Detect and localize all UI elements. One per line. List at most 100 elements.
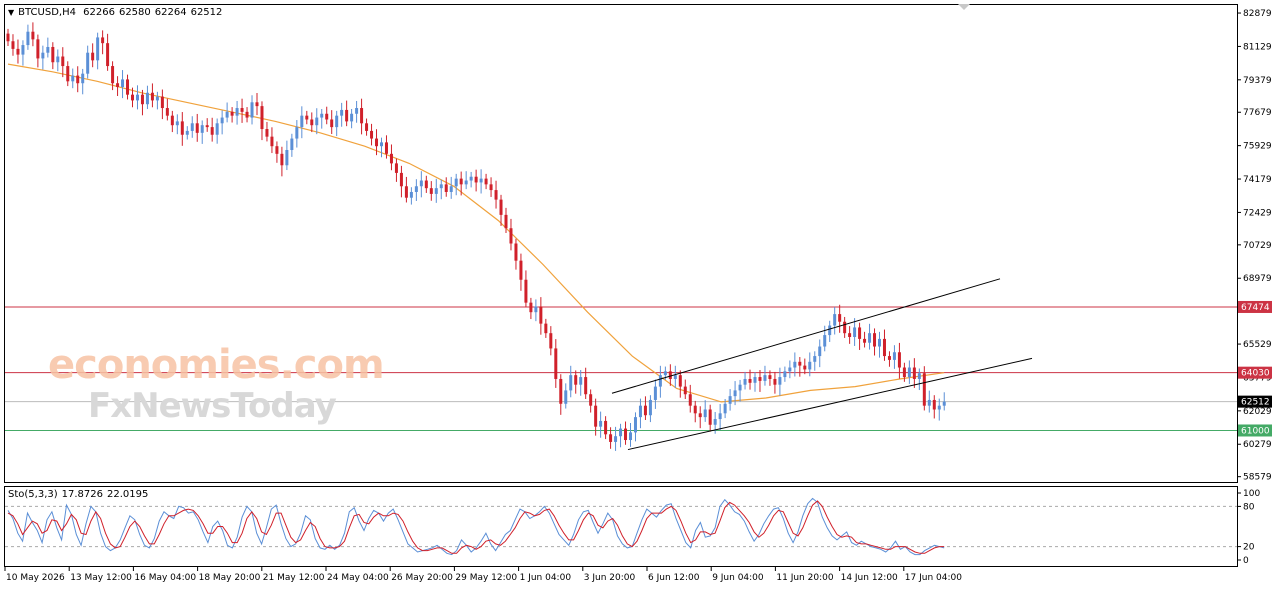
candle-body: [305, 115, 309, 120]
candle-body: [190, 123, 194, 131]
candle-body: [937, 405, 941, 410]
candle-body: [733, 390, 737, 397]
time-tick-label: 17 Jun 04:00: [905, 573, 962, 583]
candle-body: [509, 228, 513, 244]
candle-body: [524, 279, 528, 303]
candle-body: [101, 37, 105, 44]
chevron-down-icon[interactable]: ▼: [8, 8, 14, 17]
candle-body: [683, 386, 687, 395]
candle-body: [11, 41, 15, 49]
candle-body: [534, 306, 538, 313]
candle-body: [554, 348, 558, 379]
price-chart[interactable]: 82879 81129 79379 77679 75929 74179 72429 70729…: [0, 0, 1280, 589]
candle-body: [743, 378, 747, 385]
price-tick-label: 62029: [1243, 407, 1272, 417]
candle-body: [126, 79, 130, 95]
candle-body: [380, 142, 383, 147]
candle-body: [230, 111, 234, 116]
candle-body: [833, 314, 837, 326]
candle-body: [180, 121, 184, 135]
candle-body: [310, 119, 314, 126]
candle-body: [658, 375, 662, 387]
candle-body: [370, 130, 374, 139]
candle-body: [36, 39, 40, 59]
candle-body: [31, 31, 35, 40]
candle-body: [454, 178, 458, 187]
candle-body: [823, 335, 827, 347]
candle-body: [250, 102, 254, 118]
candle-body: [26, 31, 30, 46]
chart-header: ▼ BTCUSD,H4 62266 62580 62264 62512: [8, 7, 226, 18]
candle-body: [788, 367, 792, 372]
candle-body: [444, 184, 448, 192]
price-tick-label: 77679: [1243, 108, 1272, 118]
candle-body: [549, 333, 553, 349]
stoch-tick-label: 80: [1243, 502, 1255, 512]
candle-body: [145, 92, 149, 105]
candle-body: [270, 136, 274, 147]
candle-body: [235, 108, 239, 116]
candle-body: [678, 375, 682, 387]
candle-body: [912, 367, 916, 379]
candle-body: [200, 125, 204, 133]
time-tick-label: 21 May 12:00: [263, 573, 325, 583]
level-tag-label: 67474: [1241, 303, 1270, 313]
candle-body: [479, 178, 483, 183]
candle-body: [803, 365, 807, 370]
candle-body: [330, 119, 334, 128]
candle-body: [106, 43, 110, 67]
candle-body: [897, 352, 901, 368]
candle-body: [574, 375, 578, 385]
time-tick-label: 1 Jun 04:00: [520, 573, 572, 583]
candle-body: [653, 386, 657, 400]
candle-body: [56, 56, 60, 63]
candle-body: [922, 373, 926, 406]
candle-body: [320, 113, 324, 118]
candle-body: [6, 33, 10, 42]
candle-body: [280, 153, 284, 166]
candle-body: [539, 306, 543, 324]
candle-body: [185, 130, 189, 135]
candle-body: [713, 419, 717, 425]
low-value: 62264: [154, 7, 187, 18]
stochastic-frame: [4, 486, 1238, 567]
level-tag-label: 61000: [1241, 426, 1270, 436]
candle-body: [170, 115, 174, 126]
candle-body: [131, 94, 134, 101]
candle-body: [255, 102, 259, 107]
candle-body: [394, 163, 398, 173]
candle-body: [155, 96, 159, 101]
candle-body: [663, 371, 667, 376]
time-tick-label: 6 Jun 12:00: [648, 573, 700, 583]
candle-body: [892, 352, 896, 360]
candle-body: [245, 111, 249, 118]
price-tick-label: 68979: [1243, 274, 1272, 284]
high-value: 62580: [118, 7, 151, 18]
time-tick-label: 16 May 04:00: [134, 573, 196, 583]
candle-body: [793, 361, 797, 368]
candle-body: [843, 321, 847, 334]
candle-body: [619, 428, 623, 437]
time-tick-label: 13 May 12:00: [70, 573, 132, 583]
candle-body: [738, 384, 742, 391]
candle-body: [778, 377, 782, 385]
candle-body: [768, 375, 772, 379]
indicator-label: Sto(5,3,3): [8, 489, 58, 500]
time-tick-label: 24 May 04:00: [327, 573, 389, 583]
candle-body: [474, 176, 478, 183]
candle-body: [150, 92, 154, 101]
candle-body: [673, 375, 677, 379]
price-tick-label: 70729: [1243, 241, 1272, 251]
price-tick-label: 79379: [1243, 76, 1272, 86]
time-tick-label: 14 Jun 12:00: [841, 573, 898, 583]
candle-body: [927, 399, 931, 406]
price-tick-label: 58579: [1243, 473, 1272, 483]
candle-body: [449, 186, 453, 192]
candle-body: [315, 117, 319, 126]
candle-body: [529, 302, 533, 313]
candle-body: [140, 94, 144, 105]
time-tick-label: 10 May 2026: [6, 573, 65, 583]
close-value: 62512: [190, 7, 223, 18]
candle-body: [813, 356, 817, 362]
candle-body: [579, 377, 583, 385]
